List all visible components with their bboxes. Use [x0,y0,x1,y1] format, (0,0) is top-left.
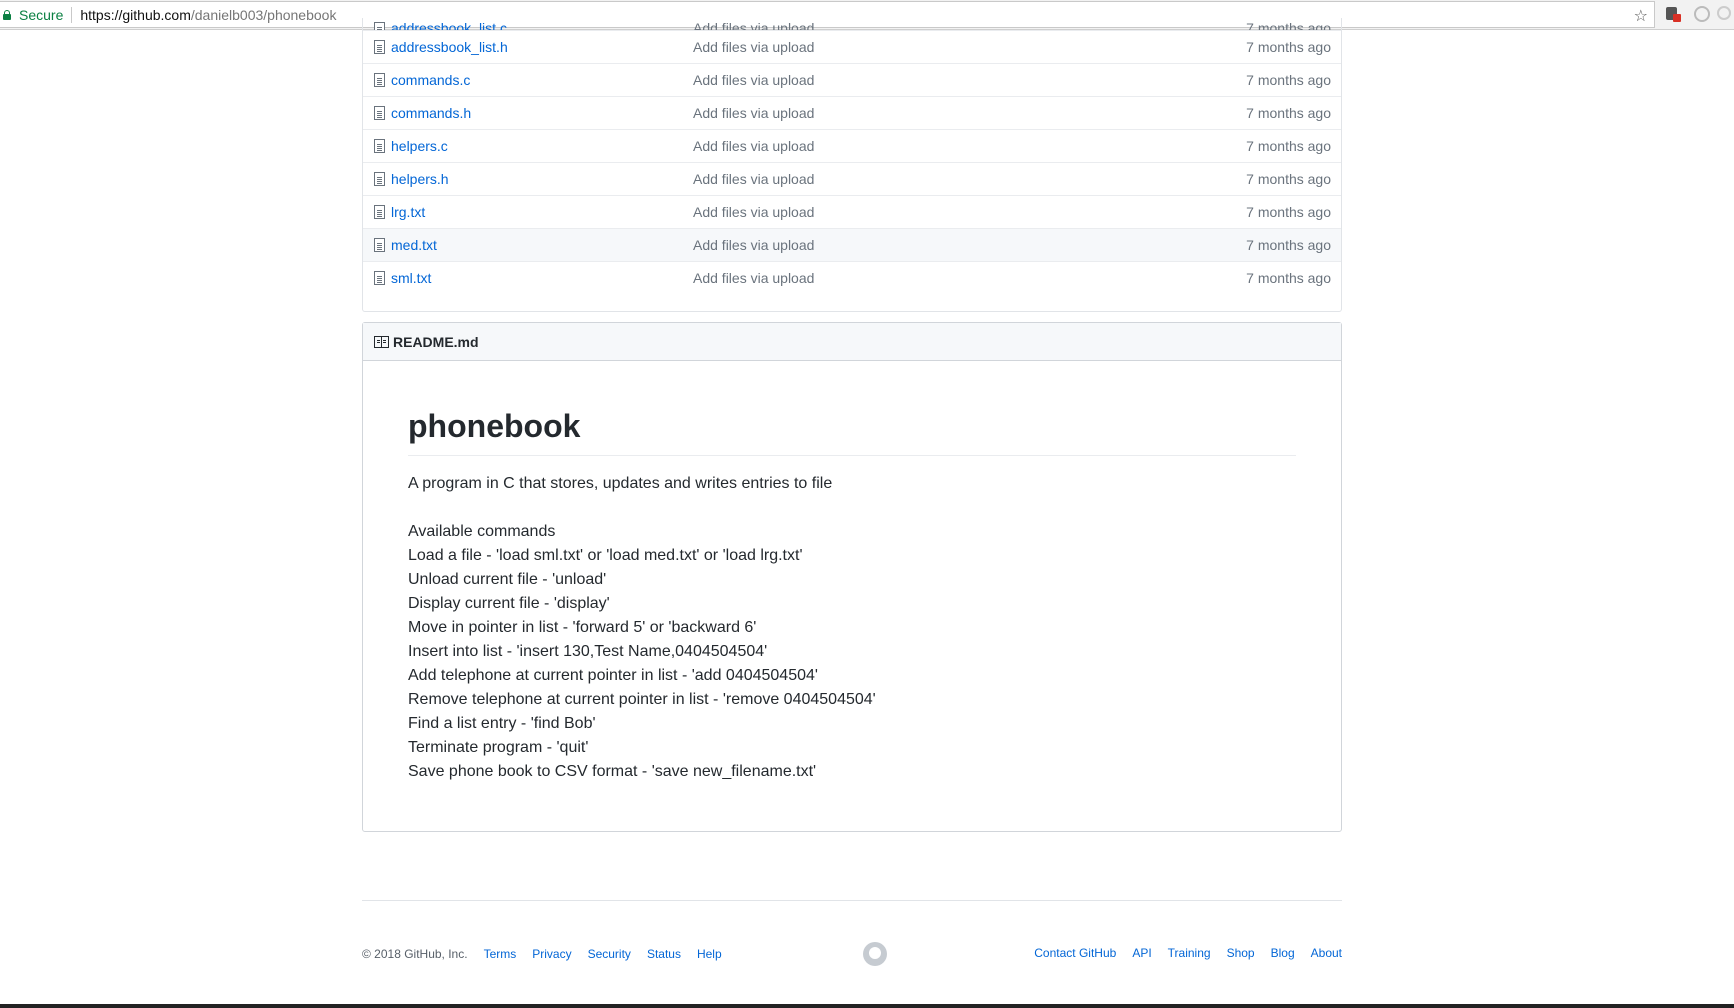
file-icon [374,73,385,87]
bookmark-star-icon[interactable]: ☆ [1634,6,1648,26]
file-icon [374,139,385,153]
commit-age: 7 months ago [1246,105,1331,121]
footer-link-blog[interactable]: Blog [1271,946,1295,960]
footer-link-api[interactable]: API [1132,946,1151,960]
file-icon [374,106,385,120]
file-icon [374,271,385,285]
command-line: Add telephone at current pointer in list… [408,667,818,684]
footer-divider [362,900,1342,901]
commit-message-link[interactable]: Add files via upload [693,72,1246,88]
file-name-link[interactable]: med.txt [391,237,693,253]
extension-icon[interactable] [1665,6,1681,22]
footer-link-privacy[interactable]: Privacy [532,947,571,961]
file-row[interactable]: commands.c Add files via upload 7 months… [363,63,1341,96]
commands-list: Available commands Load a file - 'load s… [408,520,1296,784]
copyright: © 2018 GitHub, Inc. [362,947,468,961]
file-name-link[interactable]: commands.h [391,105,693,121]
commit-message-link[interactable]: Add files via upload [693,138,1246,154]
command-line: Display current file - 'display' [408,595,610,612]
readme-article: phonebook A program in C that stores, up… [363,361,1341,784]
commit-age: 7 months ago [1246,72,1331,88]
file-name-link[interactable]: lrg.txt [391,204,693,220]
file-row[interactable]: addressbook_list.h Add files via upload … [363,30,1341,63]
commands-heading: Available commands [408,523,556,540]
command-line: Unload current file - 'unload' [408,571,607,588]
footer-link-shop[interactable]: Shop [1227,946,1255,960]
site-footer: © 2018 GitHub, Inc. Terms Privacy Securi… [362,942,1342,966]
file-list: addressbook_list.c Add files via upload … [362,18,1342,312]
command-line: Terminate program - 'quit' [408,739,589,756]
footer-link-about[interactable]: About [1311,946,1342,960]
command-line: Remove telephone at current pointer in l… [408,691,876,708]
file-name-link[interactable]: commands.c [391,72,693,88]
footer-link-security[interactable]: Security [588,947,631,961]
commit-message-link[interactable]: Add files via upload [693,237,1246,253]
commit-message-link[interactable]: Add files via upload [693,204,1246,220]
command-line: Save phone book to CSV format - 'save ne… [408,763,817,780]
commit-age: 7 months ago [1246,138,1331,154]
file-icon [374,22,385,30]
file-row[interactable]: helpers.h Add files via upload 7 months … [363,162,1341,195]
file-row[interactable]: sml.txt Add files via upload 7 months ag… [363,261,1341,294]
url-host: https://github.com [80,6,191,23]
command-line: Move in pointer in list - 'forward 5' or… [408,619,757,636]
command-line: Insert into list - 'insert 130,Test Name… [408,643,768,660]
footer-link-status[interactable]: Status [647,947,681,961]
extension-icon[interactable] [1717,6,1731,20]
url-text[interactable]: https://github.com/danielb003/phonebook [80,7,336,23]
commit-age: 7 months ago [1246,270,1331,286]
footer-link-terms[interactable]: Terms [484,947,517,961]
file-name-link[interactable]: helpers.c [391,138,693,154]
file-icon [374,238,385,252]
file-icon [374,40,385,54]
file-icon [374,205,385,219]
file-row[interactable]: commands.h Add files via upload 7 months… [363,96,1341,129]
taskbar-edge [0,1004,1734,1008]
commit-age: 7 months ago [1246,204,1331,220]
secure-label: Secure [19,6,64,23]
readme-filename: README.md [393,333,479,350]
github-logo-icon[interactable] [863,942,887,966]
commit-age: 7 months ago [1246,237,1331,253]
commit-age: 7 months ago [1246,171,1331,187]
file-row[interactable]: addressbook_list.c Add files via upload … [363,18,1341,30]
readme-box: README.md phonebook A program in C that … [362,322,1342,832]
file-name-link[interactable]: helpers.h [391,171,693,187]
file-icon [374,172,385,186]
file-row[interactable]: helpers.c Add files via upload 7 months … [363,129,1341,162]
file-name-link[interactable]: sml.txt [391,270,693,286]
commit-message-link[interactable]: Add files via upload [693,39,1246,55]
file-row[interactable]: lrg.txt Add files via upload 7 months ag… [363,195,1341,228]
file-name-link[interactable]: addressbook_list.c [391,20,693,30]
file-row[interactable]: med.txt Add files via upload 7 months ag… [363,228,1341,261]
footer-right-links: Contact GitHub API Training Shop Blog Ab… [1018,946,1342,960]
footer-link-contact[interactable]: Contact GitHub [1034,946,1116,960]
commit-age: 7 months ago [1246,39,1331,55]
commit-age: 7 months ago [1246,20,1331,30]
readme-header: README.md [363,323,1341,361]
commit-message-link[interactable]: Add files via upload [693,105,1246,121]
footer-link-training[interactable]: Training [1168,946,1211,960]
commit-message-link[interactable]: Add files via upload [693,171,1246,187]
readme-description: A program in C that stores, updates and … [408,475,833,492]
book-icon [374,335,389,348]
url-path: /danielb003/phonebook [190,6,337,23]
commit-message-link[interactable]: Add files via upload [693,20,1246,30]
command-line: Find a list entry - 'find Bob' [408,715,596,732]
readme-title: phonebook [408,406,1296,456]
extension-icon[interactable] [1694,6,1710,22]
file-name-link[interactable]: addressbook_list.h [391,39,693,55]
command-line: Load a file - 'load sml.txt' or 'load me… [408,547,803,564]
footer-link-help[interactable]: Help [697,947,722,961]
commit-message-link[interactable]: Add files via upload [693,270,1246,286]
lock-icon [3,9,11,20]
omnibox-divider [71,6,73,23]
